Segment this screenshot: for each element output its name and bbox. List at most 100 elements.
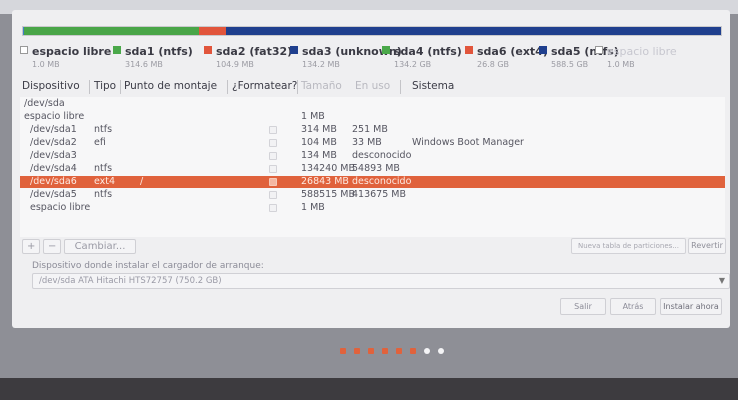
cell-used: 413675 MB (352, 189, 406, 200)
legend-partition-name: sda4 (ntfs) (394, 45, 462, 58)
table-row[interactable]: /dev/sda2 efi 104 MB 33 MB Windows Boot Mana… (20, 137, 725, 149)
legend-item: sda2 (fat32) 104.9 MB (204, 40, 292, 69)
cell-used: desconocido (352, 150, 412, 161)
table-row[interactable]: espacio libre 1 MB (20, 111, 725, 123)
cell-type: efi (94, 137, 106, 148)
legend-partition-size: 314.6 MB (125, 60, 163, 69)
table-header: Dispositivo Tipo Punto de montaje ¿Forma… (20, 79, 723, 95)
cell-type: ntfs (94, 189, 113, 200)
legend-partition-name: sda1 (ntfs) (125, 45, 193, 58)
format-checkbox[interactable] (269, 139, 277, 147)
table-row[interactable]: /dev/sda6 ext4 / 26843 MB desconocido (20, 176, 725, 188)
format-checkbox[interactable] (269, 191, 277, 199)
table-row[interactable]: espacio libre 1 MB (20, 202, 725, 214)
cell-device: /dev/sda2 (30, 137, 77, 148)
partition-table: /dev/sda espacio libre 1 MB/dev/sda1 ntfs 31… (20, 97, 725, 237)
cell-device: /dev/sda6 (30, 176, 77, 187)
cell-type: ntfs (94, 124, 113, 135)
progress-dot-completed (382, 348, 388, 354)
legend-partition-size: 1.0 MB (607, 60, 635, 69)
partition-legend: espacio libre 1.0 MB sda1 (ntfs) 314.6 MB sd… (20, 40, 725, 70)
cell-device: /dev/sda5 (30, 189, 77, 200)
cell-device: /dev/sda4 (30, 163, 77, 174)
bootloader-device-select[interactable]: /dev/sda ATA Hitachi HTS72757 (750.2 GB)… (32, 273, 730, 289)
add-partition-button[interactable]: + (22, 239, 40, 254)
legend-item: sda6 (ext4) 26.8 GB (465, 40, 548, 69)
table-row[interactable]: /dev/sda3 134 MB desconocido (20, 150, 725, 162)
legend-swatch (539, 46, 547, 54)
table-row[interactable]: /dev/sda (20, 98, 725, 110)
legend-partition-name: sda6 (ext4) (477, 45, 548, 58)
format-checkbox[interactable] (269, 152, 277, 160)
cell-size: 134 MB (301, 150, 337, 161)
revert-button[interactable]: Revertir (688, 238, 726, 254)
progress-dot-completed (396, 348, 402, 354)
progress-dot-completed (368, 348, 374, 354)
cell-type: ext4 (94, 176, 116, 187)
partition-usage-bar (22, 26, 722, 36)
format-checkbox[interactable] (269, 178, 277, 186)
installer-window: espacio libre 1.0 MB sda1 (ntfs) 314.6 MB sd… (12, 10, 730, 328)
legend-item: sda4 (ntfs) 134.2 GB (382, 40, 462, 69)
progress-dot-completed (340, 348, 346, 354)
table-row[interactable]: /dev/sda5 ntfs 588515 MB 413675 MB (20, 189, 725, 201)
legend-item: espacio libre 1.0 MB (595, 40, 677, 69)
install-now-button[interactable]: Instalar ahora (660, 298, 722, 315)
table-row[interactable]: /dev/sda4 ntfs 134240 MB 54893 MB (20, 163, 725, 175)
legend-partition-name: espacio libre (607, 45, 677, 58)
column-divider (89, 80, 90, 94)
change-partition-button[interactable]: Cambiar... (64, 239, 136, 254)
cell-system: Windows Boot Manager (412, 137, 524, 148)
legend-item: sda1 (ntfs) 314.6 MB (113, 40, 193, 69)
legend-partition-name: espacio libre (32, 45, 112, 58)
bootloader-label: Dispositivo donde instalar el cargador d… (32, 261, 264, 271)
cell-used: desconocido (352, 176, 412, 187)
legend-swatch (20, 46, 28, 54)
progress-dot-completed (410, 348, 416, 354)
back-button[interactable]: Atrás (610, 298, 656, 315)
column-header-used[interactable]: En uso (355, 80, 390, 92)
progress-dot-pending (438, 348, 444, 354)
format-checkbox[interactable] (269, 126, 277, 134)
cell-device: /dev/sda3 (30, 150, 77, 161)
legend-swatch (595, 46, 603, 54)
column-header-system[interactable]: Sistema (412, 80, 454, 92)
column-divider (297, 80, 298, 94)
partition-bar-segment (198, 27, 227, 35)
format-checkbox[interactable] (269, 165, 277, 173)
format-checkbox[interactable] (269, 204, 277, 212)
legend-swatch (113, 46, 121, 54)
remove-partition-button[interactable]: − (43, 239, 61, 254)
legend-partition-size: 26.8 GB (477, 60, 510, 69)
column-header-type[interactable]: Tipo (94, 80, 116, 92)
new-partition-table-button[interactable]: Nueva tabla de particiones... (571, 238, 686, 254)
cell-size: 314 MB (301, 124, 337, 135)
progress-dot-pending (424, 348, 430, 354)
table-row[interactable]: /dev/sda1 ntfs 314 MB 251 MB (20, 124, 725, 136)
progress-dot-completed (354, 348, 360, 354)
quit-button[interactable]: Salir (560, 298, 606, 315)
partition-bar-segment (24, 27, 199, 35)
cell-used: 33 MB (352, 137, 382, 148)
cell-used: 251 MB (352, 124, 388, 135)
column-header-format[interactable]: ¿Formatear? (232, 80, 297, 92)
cell-size: 104 MB (301, 137, 337, 148)
legend-swatch (204, 46, 212, 54)
cell-type: ntfs (94, 163, 113, 174)
column-header-device[interactable]: Dispositivo (22, 80, 80, 92)
legend-partition-size: 104.9 MB (216, 60, 254, 69)
column-divider (120, 80, 121, 94)
legend-swatch (465, 46, 473, 54)
legend-partition-size: 1.0 MB (32, 60, 60, 69)
partition-bar-segment (226, 27, 721, 35)
cell-size: 134240 MB (301, 163, 355, 174)
cell-device: espacio libre (30, 202, 91, 213)
column-header-mount[interactable]: Punto de montaje (124, 80, 217, 92)
legend-partition-size: 134.2 GB (394, 60, 432, 69)
column-divider (227, 80, 228, 94)
cell-used: 54893 MB (352, 163, 400, 174)
legend-partition-name: sda2 (fat32) (216, 45, 293, 58)
monitor-bezel-bottom (0, 378, 738, 400)
legend-swatch (290, 46, 298, 54)
column-header-size[interactable]: Tamaño (301, 80, 342, 92)
